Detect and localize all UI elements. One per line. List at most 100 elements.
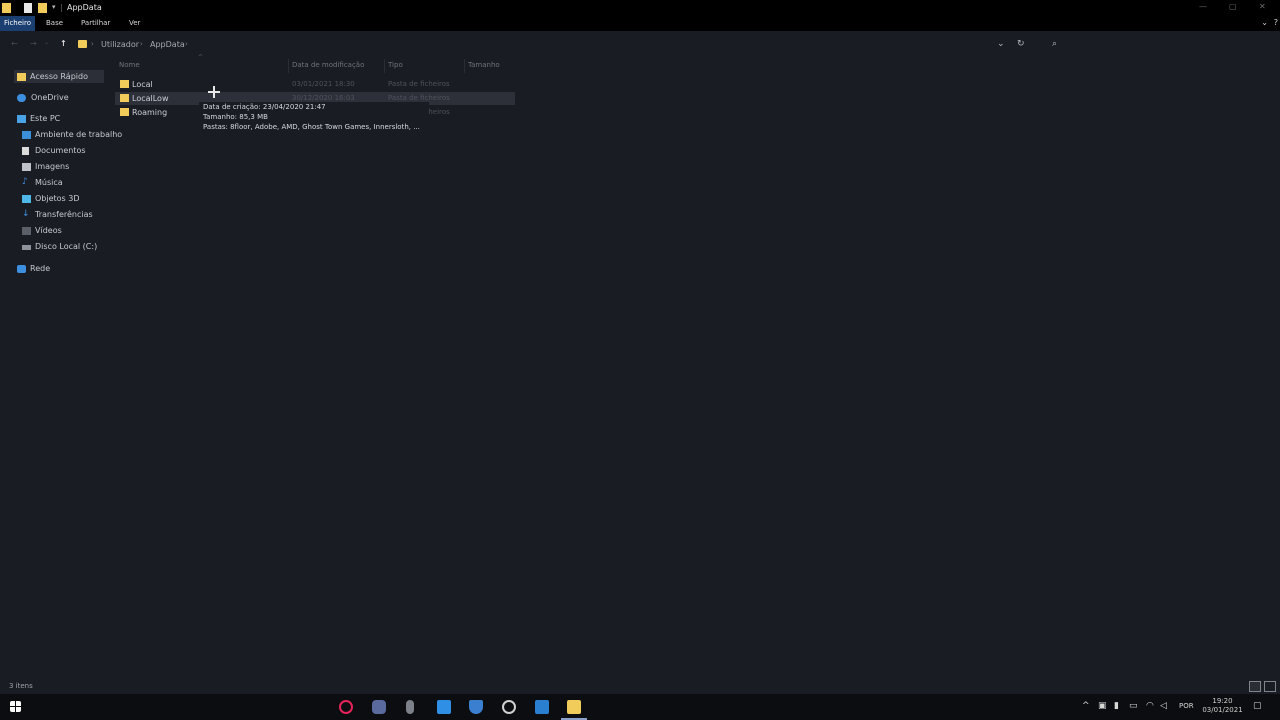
- document-icon: [22, 147, 29, 155]
- sort-ascending-icon: ^: [198, 54, 204, 61]
- breadcrumb-utilizador[interactable]: Utilizador: [101, 40, 139, 49]
- ribbon-tabs: Ficheiro Base Partilhar Ver ⌄ ?: [0, 16, 1280, 31]
- status-bar: 3 itens: [0, 680, 1280, 694]
- back-icon[interactable]: ←: [11, 39, 18, 48]
- tab-ficheiro[interactable]: Ficheiro: [0, 16, 36, 31]
- file-type: Pasta de ficheiros: [388, 94, 450, 102]
- battery-icon[interactable]: ▭: [1129, 701, 1138, 711]
- item-count: 3 itens: [9, 682, 33, 690]
- cloud-icon: [17, 94, 26, 102]
- image-icon: [22, 163, 31, 171]
- tab-ver[interactable]: Ver: [129, 19, 140, 27]
- up-icon[interactable]: ↑: [60, 39, 67, 48]
- forward-icon[interactable]: →: [30, 39, 37, 48]
- sidebar-item-label: OneDrive: [31, 93, 69, 102]
- language-indicator[interactable]: POR: [1179, 702, 1194, 710]
- clock[interactable]: 19:20 03/01/2021: [1200, 697, 1245, 715]
- file-name: LocalLow: [132, 94, 169, 103]
- breadcrumb-appdata[interactable]: AppData: [150, 40, 185, 49]
- tab-partilhar[interactable]: Partilhar: [81, 19, 110, 27]
- title-bar: ▾ | AppData — ▢ ✕: [0, 0, 1280, 16]
- cube-icon: [22, 195, 31, 203]
- sidebar-item-label: Rede: [30, 264, 51, 273]
- sidebar-item-label: Vídeos: [35, 226, 62, 235]
- sidebar-item-label: Objetos 3D: [35, 194, 80, 203]
- windows-start-icon[interactable]: [10, 701, 21, 712]
- large-icons-view-icon[interactable]: [1264, 681, 1276, 692]
- column-divider[interactable]: [384, 59, 385, 73]
- network-icon: [17, 265, 26, 273]
- computer-icon: [17, 115, 26, 123]
- address-bar: ← → ⌄ ↑ › Utilizador › AppData › ⌄ ↻ ⌕: [0, 31, 1280, 57]
- list-item[interactable]: Local 03/01/2021 18:30 Pasta de ficheiro…: [115, 78, 515, 91]
- taskbar: ^ ▣ ▮ ▭ ◠ ◁ POR 19:20 03/01/2021 ▢: [0, 694, 1280, 720]
- clock-time: 19:20: [1212, 697, 1233, 705]
- file-name: Roaming: [132, 108, 168, 117]
- file-explorer-taskbar-icon[interactable]: [567, 700, 581, 714]
- details-view-icon[interactable]: [1249, 681, 1261, 692]
- column-header-type[interactable]: Tipo: [388, 61, 403, 69]
- drive-icon: [22, 245, 31, 250]
- discord-icon[interactable]: [372, 700, 386, 714]
- column-divider[interactable]: [288, 59, 289, 73]
- file-name: Local: [132, 80, 153, 89]
- recent-locations-icon[interactable]: ⌄: [44, 39, 49, 46]
- tooltip-created: Data de criação: 23/04/2020 21:47: [203, 103, 326, 111]
- sidebar-item-label: Transferências: [35, 210, 93, 219]
- sidebar-item-label: Acesso Rápido: [30, 72, 88, 81]
- column-divider[interactable]: [464, 59, 465, 73]
- move-cursor-icon: [208, 86, 220, 98]
- new-folder-icon[interactable]: [38, 3, 47, 13]
- sidebar-item-label: Música: [35, 178, 63, 187]
- address-dropdown-icon[interactable]: ⌄: [997, 39, 1005, 49]
- help-icon[interactable]: ?: [1274, 18, 1278, 27]
- title-separator: |: [60, 3, 63, 12]
- volume-icon[interactable]: ◁: [1160, 701, 1167, 711]
- app-icon[interactable]: [535, 700, 549, 714]
- video-icon: [22, 227, 31, 235]
- sidebar-item-acesso-rapido[interactable]: Acesso Rápido: [14, 70, 104, 83]
- desktop-icon: [22, 131, 31, 139]
- microphone-icon[interactable]: ▮: [1114, 701, 1119, 711]
- file-type: Pasta de ficheiros: [388, 80, 450, 88]
- column-header-name[interactable]: Nome: [119, 61, 140, 69]
- minimize-icon[interactable]: —: [1199, 2, 1207, 11]
- folder-icon: [120, 94, 129, 102]
- file-date: 30/12/2020 16:03: [292, 94, 355, 102]
- files-app-icon[interactable]: [437, 700, 451, 714]
- device-icon[interactable]: ▣: [1098, 701, 1107, 711]
- close-icon[interactable]: ✕: [1259, 2, 1266, 11]
- file-explorer-window: ▾ | AppData — ▢ ✕ Ficheiro Base Partilha…: [0, 0, 1280, 694]
- quick-access-dropdown-icon[interactable]: ▾: [52, 3, 56, 13]
- refresh-icon[interactable]: ↻: [1017, 39, 1025, 49]
- music-icon: ♪: [22, 177, 28, 187]
- navigation-pane: Acesso Rápido OneDrive Este PC Ambiente …: [0, 66, 122, 686]
- folder-icon: [78, 40, 87, 48]
- breadcrumb-separator: ›: [185, 40, 188, 48]
- sidebar-item-label: Ambiente de trabalho: [35, 130, 123, 139]
- sidebar-item-label: Disco Local (C:): [35, 242, 98, 251]
- column-header-date[interactable]: Data de modificação: [292, 61, 364, 69]
- folder-info-tooltip: Data de criação: 23/04/2020 21:47 Tamanh…: [199, 102, 429, 134]
- shield-app-icon[interactable]: [469, 700, 483, 714]
- column-header-size[interactable]: Tamanho: [468, 61, 500, 69]
- folder-icon: [120, 108, 129, 116]
- wifi-icon[interactable]: ◠: [1146, 701, 1154, 711]
- file-date: 03/01/2021 18:30: [292, 80, 355, 88]
- breadcrumb-separator: ›: [140, 40, 143, 48]
- show-hidden-icons-icon[interactable]: ^: [1082, 701, 1090, 711]
- clock-date: 03/01/2021: [1202, 706, 1243, 714]
- mouse-app-icon[interactable]: [406, 700, 414, 714]
- opera-gx-icon[interactable]: [339, 700, 353, 714]
- obs-icon[interactable]: [502, 700, 516, 714]
- expand-ribbon-icon[interactable]: ⌄: [1261, 18, 1268, 27]
- properties-icon[interactable]: [24, 3, 32, 13]
- tab-base[interactable]: Base: [46, 19, 63, 27]
- sidebar-item-label: Imagens: [35, 162, 70, 171]
- maximize-icon[interactable]: ▢: [1229, 2, 1237, 11]
- explorer-icon[interactable]: [2, 3, 11, 13]
- search-icon[interactable]: ⌕: [1052, 39, 1057, 49]
- download-icon: ↓: [22, 209, 30, 219]
- folder-icon: [120, 80, 129, 88]
- notifications-icon[interactable]: ▢: [1253, 701, 1262, 711]
